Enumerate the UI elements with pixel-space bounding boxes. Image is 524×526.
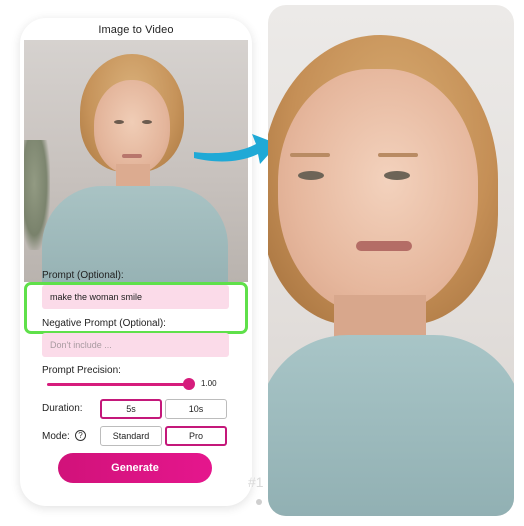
negative-prompt-label: Negative Prompt (Optional): (42, 318, 166, 329)
duration-label: Duration: (42, 403, 83, 414)
mouth (356, 241, 412, 251)
result-image (268, 5, 514, 516)
precision-label: Prompt Precision: (42, 365, 121, 376)
prompt-input[interactable]: make the woman smile (42, 285, 229, 309)
right-brow (378, 153, 418, 157)
mode-label: Mode: (42, 431, 70, 442)
face (94, 80, 170, 174)
shirt (268, 335, 514, 516)
duration-5s-button[interactable]: 5s (100, 399, 162, 419)
page-title: Image to Video (98, 24, 174, 36)
prompt-label: Prompt (Optional): (42, 270, 124, 281)
right-eye (384, 171, 410, 180)
face (278, 69, 478, 315)
mode-pro-button[interactable]: Pro (165, 426, 227, 446)
mouth (122, 154, 142, 158)
mode-standard-button[interactable]: Standard (100, 426, 162, 446)
precision-slider-track[interactable] (47, 383, 189, 386)
shirt (42, 186, 228, 282)
left-brow (290, 153, 330, 157)
image-to-video-panel: Image to Video Prompt (Optional): make t… (20, 18, 252, 506)
left-eye (298, 171, 324, 180)
negative-prompt-input[interactable]: Don't include ... (42, 333, 229, 357)
question-circle-icon[interactable]: ? (75, 430, 86, 441)
left-eye (114, 120, 124, 124)
precision-value: 1.00 (201, 379, 217, 388)
right-eye (142, 120, 152, 124)
precision-slider-thumb[interactable] (183, 378, 195, 390)
watermark-text: #1 (248, 474, 264, 490)
carousel-dot[interactable] (256, 499, 262, 505)
generate-button[interactable]: Generate (58, 453, 212, 483)
duration-10s-button[interactable]: 10s (165, 399, 227, 419)
